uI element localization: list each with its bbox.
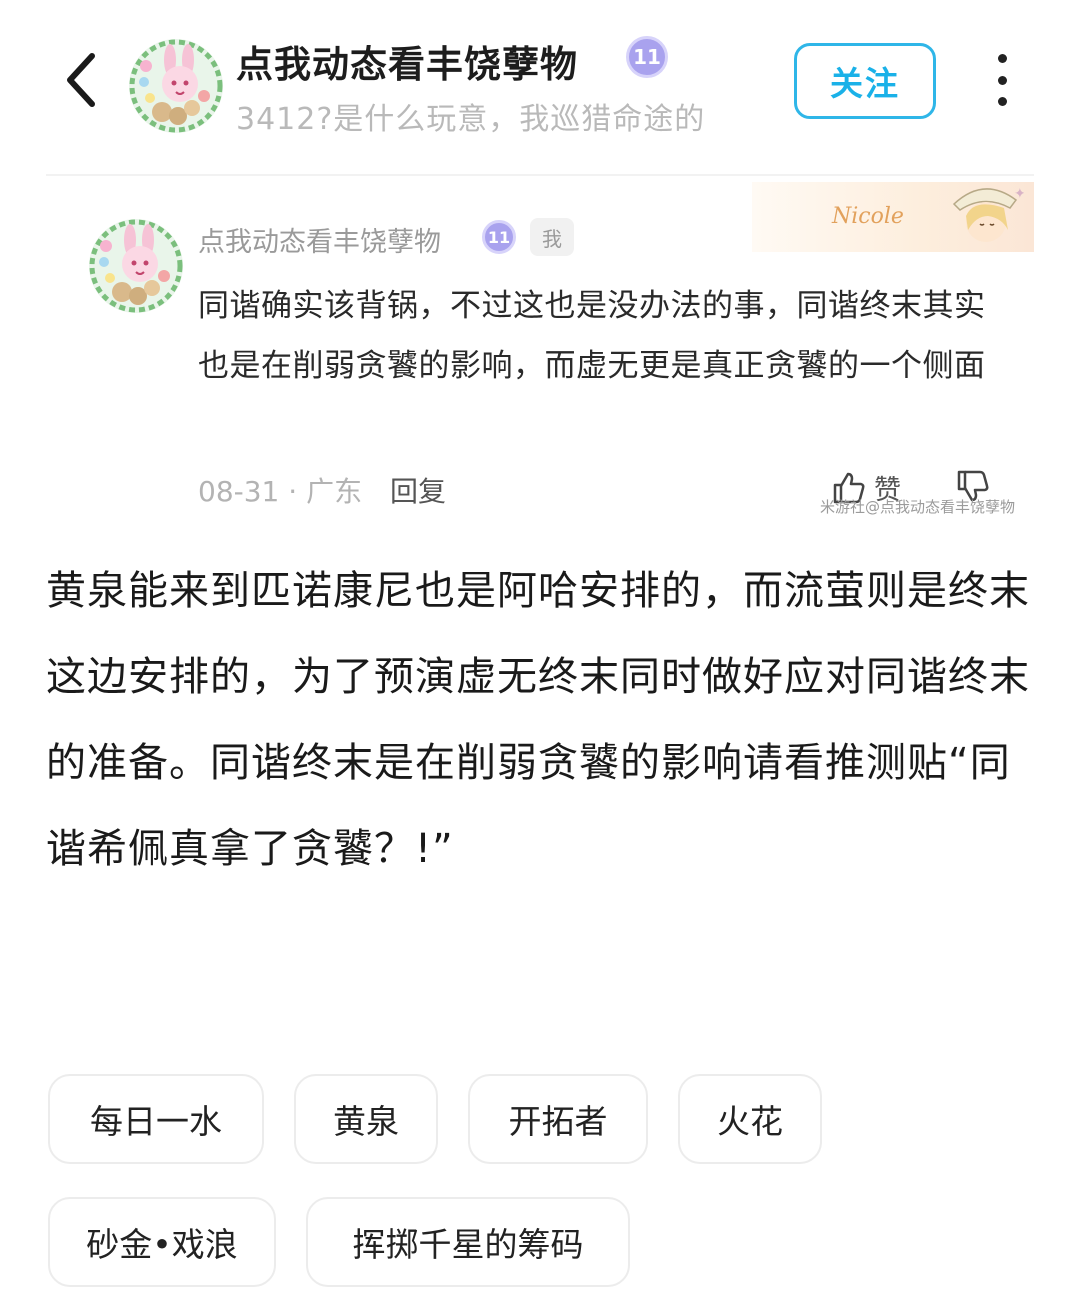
tag-chip[interactable]: 黄泉 — [294, 1074, 438, 1164]
author-signature: 3412?是什么玩意，我巡猎命途的 — [236, 102, 706, 137]
header-divider — [46, 174, 1034, 176]
back-button[interactable] — [56, 48, 106, 112]
image-watermark: 米游社@点我动态看丰饶孽物 — [820, 498, 1016, 516]
more-dot-icon — [997, 54, 1007, 63]
comment-text: 同谐确实该背锅，不过这也是没办法的事，同谐终末其实也是在削弱贪饕的影响，而虚无更… — [198, 288, 986, 384]
tag-chip[interactable]: 开拓者 — [468, 1074, 648, 1164]
tag-chip[interactable]: 每日一水 — [48, 1074, 264, 1164]
tag-chip[interactable]: 火花 — [678, 1074, 822, 1164]
author-avatar[interactable] — [128, 38, 224, 134]
meta-separator: · — [288, 475, 298, 508]
more-options-button[interactable] — [984, 50, 1020, 110]
comment-date: 08-31 — [198, 475, 280, 508]
follow-button[interactable]: 关注 — [794, 43, 936, 119]
post-header: 点我动态看丰饶孽物 11 3412?是什么玩意，我巡猎命途的 关注 — [0, 0, 1080, 170]
chevron-left-icon — [67, 53, 95, 107]
svg-text:✦: ✦ — [1014, 186, 1024, 202]
tag-chip[interactable]: 挥掷千星的筹码 — [306, 1197, 630, 1287]
reply-button[interactable]: 回复 — [390, 470, 446, 510]
post-body-text: 黄泉能来到匹诺康尼也是阿哈安排的，而流萤则是终末这边安排的，为了预演虚无终末同时… — [46, 568, 1030, 872]
tag-chip[interactable]: 砂金•戏浪 — [48, 1197, 276, 1287]
more-dot-icon — [997, 97, 1007, 106]
comment-decoration-card: Nicole ✦ — [752, 182, 1034, 252]
post-detail-page: 点我动态看丰饶孽物 11 3412?是什么玩意，我巡猎命途的 关注 Nicole… — [0, 0, 1080, 1295]
level-badge: 11 — [626, 36, 668, 78]
commenter-avatar[interactable] — [88, 218, 184, 314]
decoration-signature: Nicole — [832, 204, 904, 229]
comment-meta: 08-31 · 广东 — [198, 470, 362, 510]
me-badge: 我 — [530, 218, 574, 256]
author-name[interactable]: 点我动态看丰饶孽物 — [236, 34, 578, 88]
comment-location: 广东 — [306, 475, 363, 508]
commenter-name[interactable]: 点我动态看丰饶孽物 — [198, 220, 441, 259]
commenter-level-badge: 11 — [482, 220, 516, 254]
more-dot-icon — [997, 75, 1007, 85]
decoration-character-image: ✦ — [952, 186, 1024, 242]
